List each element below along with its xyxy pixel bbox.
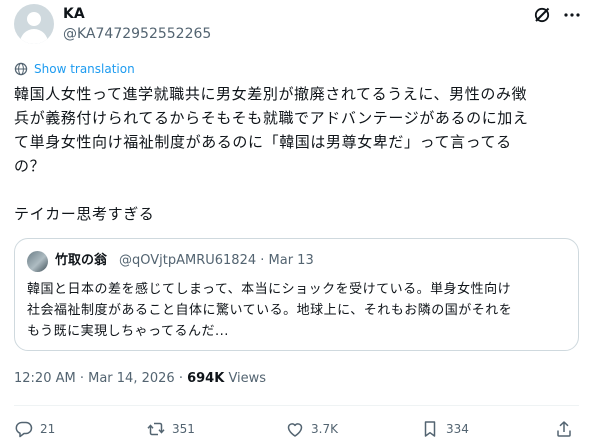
meta-separator: · — [174, 371, 188, 386]
views-label: Views — [228, 371, 267, 386]
quote-handle-date: @qOVjtpAMRU61824 · Mar 13 — [119, 253, 314, 268]
like-count: 3.7K — [311, 422, 338, 436]
meta-separator: · — [75, 371, 89, 386]
avatar[interactable] — [14, 4, 54, 44]
reply-button[interactable]: 21 — [14, 418, 55, 440]
repost-count: 351 — [172, 422, 195, 436]
quote-tweet-card[interactable]: 竹取の翁 @qOVjtpAMRU61824 · Mar 13 韓国と日本の差を感… — [14, 238, 579, 351]
quote-text: 韓国と日本の差を感じてしまって、本当にショックを受けている。単身女性向け 社会福… — [27, 282, 513, 339]
avatar-body-shape — [20, 29, 48, 44]
divider — [14, 405, 579, 406]
quote-author-name: 竹取の翁 — [55, 253, 108, 268]
share-button[interactable] — [554, 418, 574, 440]
action-bar: 21 351 3.7K 334 — [14, 418, 579, 440]
bookmark-count: 334 — [446, 422, 469, 436]
like-button[interactable]: 3.7K — [285, 418, 338, 440]
more-icon[interactable] — [562, 5, 582, 25]
bookmark-button[interactable]: 334 — [420, 418, 469, 440]
tweet-text: 韓国人女性って進学就職共に男女差別が撤廃されてるうえに、男性のみ徴 兵が義務付け… — [14, 85, 529, 223]
globe-icon — [14, 62, 28, 76]
show-translation-label: Show translation — [34, 62, 135, 76]
share-icon — [557, 421, 571, 437]
repost-button[interactable]: 351 — [146, 418, 195, 440]
avatar-head-shape — [27, 12, 41, 26]
author-handle[interactable]: @KA7472952552265 — [63, 25, 211, 43]
grok-icon[interactable] — [532, 5, 552, 25]
tweet-meta: 12:20 AM · Mar 14, 2026 · 694K Views — [14, 370, 266, 388]
like-icon — [287, 423, 303, 437]
reply-icon — [15, 421, 33, 438]
quote-avatar — [27, 251, 48, 272]
tweet-date[interactable]: Mar 14, 2026 — [88, 371, 175, 386]
reply-count: 21 — [40, 422, 56, 436]
tweet-time[interactable]: 12:20 AM — [14, 371, 76, 386]
author-display-name[interactable]: KA — [63, 5, 85, 23]
show-translation-link[interactable]: Show translation — [14, 61, 135, 77]
repost-icon — [147, 422, 165, 436]
bookmark-icon — [424, 421, 436, 437]
views-count: 694K — [187, 371, 225, 386]
